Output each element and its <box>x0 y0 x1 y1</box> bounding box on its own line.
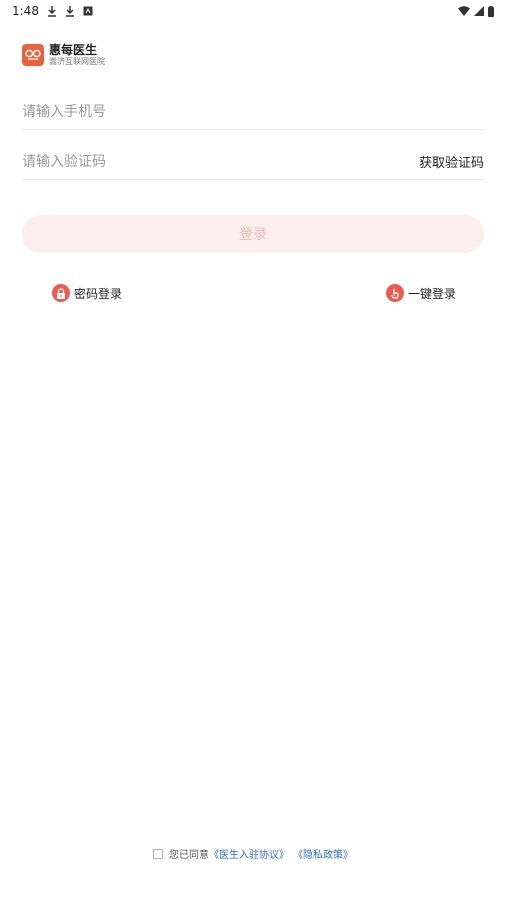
verification-code-input[interactable] <box>22 153 419 170</box>
download-icon <box>65 5 75 17</box>
brand-subtitle: 嵩济互联网医院 <box>49 57 105 67</box>
login-button[interactable]: 登录 <box>22 215 484 253</box>
battery-icon <box>488 5 494 17</box>
phone-input[interactable] <box>22 103 484 120</box>
agreement-checkbox[interactable] <box>153 848 163 859</box>
brand-header: 惠每医生 嵩济互联网医院 <box>22 43 105 67</box>
status-bar: 1:48 <box>0 0 506 22</box>
password-login-button[interactable]: 密码登录 <box>52 284 122 302</box>
download-icon <box>47 5 57 17</box>
brand-logo-icon <box>22 44 44 67</box>
signal-icon <box>474 6 484 16</box>
agreement-prefix: 您已同意 <box>169 850 209 861</box>
brand-name: 惠每医生 <box>49 43 98 57</box>
status-time: 1:48 <box>12 4 39 18</box>
code-field-row: 获取验证码 <box>22 144 484 180</box>
password-login-label: 密码登录 <box>74 286 123 301</box>
doctor-agreement-link[interactable]: 《医生入驻协议》 <box>209 846 289 861</box>
wifi-icon <box>458 6 470 16</box>
notification-icon <box>83 6 93 16</box>
privacy-policy-link[interactable]: 《隐私政策》 <box>293 846 353 861</box>
quick-login-label: 一键登录 <box>408 286 457 301</box>
agreement-row: 您已同意 《医生入驻协议》 《隐私政策》 <box>0 846 506 861</box>
lock-icon <box>52 284 70 302</box>
phone-field-row <box>22 94 484 130</box>
quick-login-button[interactable]: 一键登录 <box>386 284 456 302</box>
tap-icon <box>386 284 404 302</box>
get-code-button[interactable]: 获取验证码 <box>419 152 484 171</box>
